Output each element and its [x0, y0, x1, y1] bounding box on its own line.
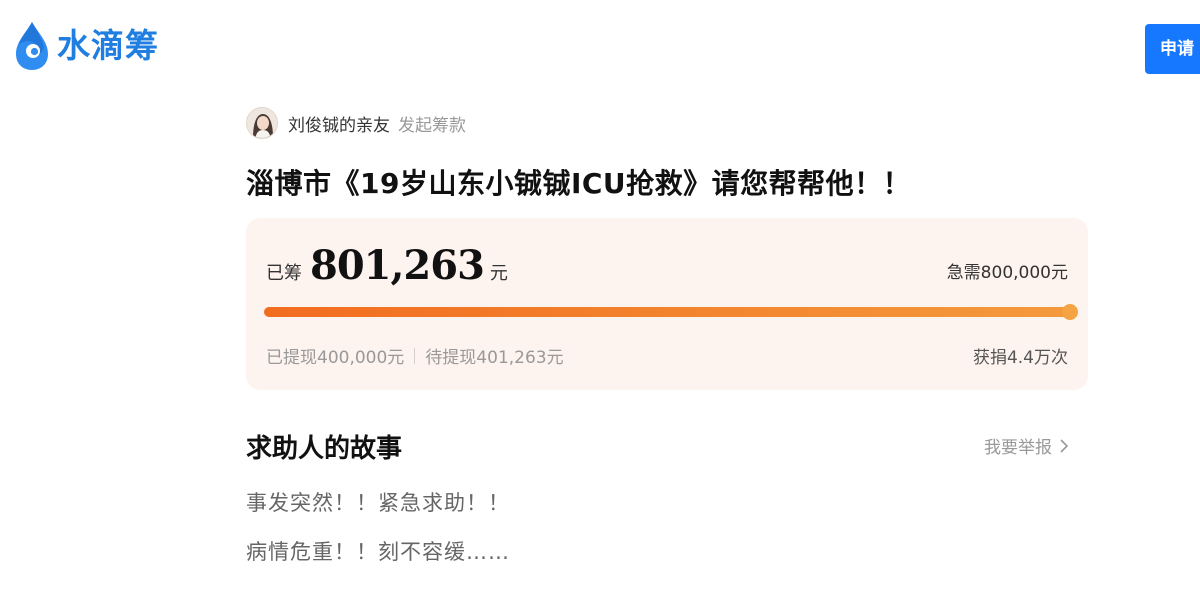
chevron-right-icon — [1060, 438, 1068, 453]
raised-unit: 元 — [489, 263, 508, 284]
water-drop-icon — [16, 22, 48, 70]
initiator-name[interactable]: 刘俊铖的亲友 — [288, 111, 390, 136]
divider — [414, 347, 416, 364]
withdrawn-amount: 已提现400,000元 — [266, 348, 405, 368]
progress-knob — [1062, 304, 1078, 320]
brand[interactable]: 水滴筹 — [13, 20, 159, 72]
report-link[interactable]: 我要举报 — [984, 433, 1068, 458]
story-heading: 求助人的故事 — [246, 434, 403, 464]
brand-name: 水滴筹 — [57, 26, 159, 65]
donation-count: 获捐4.4万次 — [972, 348, 1068, 368]
initiator-row: 刘俊铖的亲友 发起筹款 — [246, 106, 466, 140]
user-avatar[interactable] — [246, 107, 278, 139]
raised-amount-group: 已筹 801,263 元 — [266, 242, 508, 289]
pending-amount: 待提现401,263元 — [425, 348, 564, 368]
apply-button[interactable]: 申请 — [1145, 24, 1200, 74]
page-title: 淄博市《19岁山东小铖铖ICU抢救》请您帮帮他！！ — [246, 167, 912, 200]
story-line: 病情危重！！刻不容缓…… — [246, 540, 510, 564]
avatar-portrait-icon — [247, 108, 277, 138]
raised-amount: 801,263 — [310, 242, 485, 289]
progress-bar — [264, 304, 1078, 320]
report-label[interactable]: 我要举报 — [984, 433, 1052, 458]
fund-card: 已筹 801,263 元 急需800,000元 已提现400,000元 待提现4… — [246, 218, 1088, 390]
target-amount: 急需800,000元 — [946, 263, 1068, 283]
initiator-action: 发起筹款 — [398, 115, 466, 136]
progress-fill — [264, 307, 1070, 317]
raised-label: 已筹 — [266, 263, 302, 284]
story-line: 事发突然！！紧急求助！！ — [246, 491, 510, 515]
withdrawal-info: 已提现400,000元 待提现401,263元 — [266, 343, 564, 368]
